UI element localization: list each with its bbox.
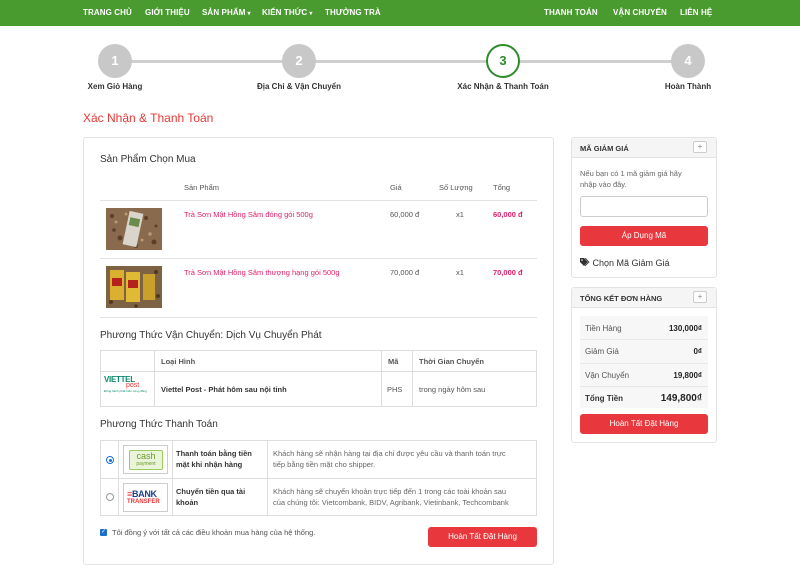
summary-subtotal-label: Tiền Hàng <box>585 324 622 333</box>
payment-cash-desc: Khách hàng sẽ nhận hàng tại địa chỉ được… <box>273 448 506 470</box>
agree-text: Tôi đồng ý với tất cả các điều khoản mua… <box>112 528 316 537</box>
coupon-input[interactable] <box>580 196 708 217</box>
shipping-section-title: Phương Thức Vận Chuyển: Dịch Vụ Chuyển P… <box>100 330 322 341</box>
summary-discount-label: Giảm Giá <box>585 347 619 356</box>
product-qty: x1 <box>456 268 464 277</box>
agree-checkbox[interactable]: ✓ <box>100 529 107 536</box>
ship-header-type: Loại Hình <box>161 357 196 366</box>
logo-tag: Đồng hành phát triển cộng đồng <box>104 389 147 393</box>
summary-toggle-button[interactable]: + <box>693 291 707 303</box>
step-3-circle: 3 <box>486 44 520 78</box>
payment-cash-name: Thanh toán bằng tiền mặt khi nhận hàng <box>176 448 252 470</box>
bank-logo-text: ≡BANK <box>127 489 157 499</box>
chevron-down-icon: ▾ <box>247 11 251 17</box>
page-title: Xác Nhận & Thanh Toán <box>83 111 214 125</box>
nav-contact[interactable]: LIÊN HỆ <box>680 0 712 26</box>
payment-bank-desc: Khách hàng sẽ chuyển khoản trực tiếp đến… <box>273 486 509 508</box>
logo-sub: post <box>126 382 140 389</box>
step-4-circle: 4 <box>671 44 705 78</box>
col-header-product: Sản Phẩm <box>184 183 220 192</box>
ship-header-code: Mã <box>388 357 399 366</box>
payment-cash-name-line2: mặt khi nhận hàng <box>176 460 243 469</box>
shipping-table: Loại Hình Mã Thời Gian Chuyển VIETTEL po… <box>100 350 537 407</box>
nav-shipping[interactable]: VẬN CHUYỂN <box>613 0 667 26</box>
nav-knowledge-label: KIẾN THỨC <box>262 8 308 17</box>
step-1-circle: 1 <box>98 44 132 78</box>
col-header-qty: Số Lượng <box>439 183 473 192</box>
payment-bank-name-line2: khoản <box>176 498 199 507</box>
divider <box>100 317 537 318</box>
ship-method-code: PHS <box>387 385 403 394</box>
product-name-link[interactable]: Trà Sơn Mật Hồng Sâm đóng gói 500g <box>184 210 313 219</box>
product-image[interactable] <box>106 208 162 250</box>
summary-total-value: 149,800₫ <box>660 393 702 404</box>
tags-icon <box>580 257 590 267</box>
nav-home[interactable]: TRANG CHỦ <box>83 0 132 26</box>
choose-coupon-label: Chọn Mã Giảm Giá <box>592 258 670 268</box>
payment-section-title: Phương Thức Thanh Toán <box>100 419 218 430</box>
col-header-price: Giá <box>390 183 402 192</box>
step-2-circle: 2 <box>282 44 316 78</box>
col-header-total: Tổng <box>493 183 511 192</box>
payment-table: cash payment Thanh toán bằng tiền mặt kh… <box>100 440 537 516</box>
nav-products-label: SẢN PHẨM <box>202 8 246 17</box>
divider <box>100 200 537 201</box>
cash-logo-text: cash <box>136 451 156 461</box>
product-qty: x1 <box>456 210 464 219</box>
product-total: 60,000 đ <box>493 210 523 219</box>
ship-method-time: trong ngày hôm sau <box>419 385 486 394</box>
coupon-title: MÃ GIẢM GIÁ <box>580 144 629 153</box>
stepper-line <box>115 60 688 63</box>
chevron-down-icon: ▾ <box>309 11 313 17</box>
apply-coupon-button[interactable]: Áp Dụng Mã <box>580 226 708 246</box>
step-3-label: Xác Nhận & Thanh Toán <box>457 82 549 91</box>
summary-complete-button[interactable]: Hoàn Tất Đặt Hàng <box>580 414 708 434</box>
payment-cash-name-line1: Thanh toán bằng tiền <box>176 449 252 458</box>
product-price: 70,000 đ <box>390 268 420 277</box>
products-section-title: Sản Phẩm Chọn Mua <box>100 154 196 165</box>
payment-bank-desc-line2: của chúng tôi: Vietcombank, BIDV, Agriba… <box>273 498 509 507</box>
summary-total-label: Tổng Tiền <box>585 394 624 403</box>
product-image[interactable] <box>106 266 162 308</box>
bank-transfer-logo: ≡BANK TRANSFER <box>123 483 168 512</box>
payment-cash-desc-line1: Khách hàng sẽ nhận hàng tại địa chỉ được… <box>273 449 506 458</box>
cash-payment-logo: cash payment <box>123 445 168 474</box>
nav-products[interactable]: SẢN PHẨM ▾ <box>202 0 251 26</box>
payment-bank-name-line1: Chuyển tiền qua tài <box>176 487 246 496</box>
coupon-desc: Nếu bạn có 1 mã giảm giá hãy nhập vào đâ… <box>580 168 682 190</box>
nav-tea[interactable]: THƯỞNG TRÀ <box>325 0 381 26</box>
choose-coupon-link[interactable]: Chọn Mã Giảm Giá <box>580 257 670 268</box>
payment-radio-cash[interactable] <box>106 456 114 464</box>
payment-cash-desc-line2: tiếp bằng tiền mặt cho shipper. <box>273 460 376 469</box>
ship-header-time: Thời Gian Chuyển <box>419 357 484 366</box>
product-price: 60,000 đ <box>390 210 420 219</box>
product-name-link[interactable]: Trà Sơn Mật Hồng Sâm thượng hạng gói 500… <box>184 268 340 277</box>
step-4-label: Hoàn Thành <box>664 82 712 91</box>
nav-about[interactable]: GIỚI THIỆU <box>145 0 190 26</box>
payment-bank-name: Chuyển tiền qua tài khoản <box>176 486 245 508</box>
nav-payment[interactable]: THANH TOÁN <box>544 0 598 26</box>
product-total: 70,000 đ <box>493 268 523 277</box>
top-navbar: TRANG CHỦ GIỚI THIỆU SẢN PHẨM ▾ KIẾN THỨC… <box>0 0 800 26</box>
coupon-desc-line1: Nếu bạn có 1 mã giảm giá hãy <box>580 169 682 178</box>
nav-knowledge[interactable]: KIẾN THỨC ▾ <box>262 0 312 26</box>
divider <box>100 258 537 259</box>
coupon-toggle-button[interactable]: + <box>693 141 707 153</box>
summary-title: TỔNG KẾT ĐƠN HÀNG <box>580 294 663 303</box>
coupon-desc-line2: nhập vào đây. <box>580 180 627 189</box>
ship-method-name: Viettel Post - Phát hôm sau nội tỉnh <box>161 385 287 394</box>
cash-logo-sub: payment <box>136 461 156 467</box>
step-1-label: Xem Giỏ Hàng <box>87 82 143 91</box>
bank-logo-sub: TRANSFER <box>127 499 160 505</box>
bank-logo-word: BANK <box>131 489 157 499</box>
complete-order-button[interactable]: Hoàn Tất Đặt Hàng <box>428 527 537 547</box>
payment-bank-desc-line1: Khách hàng sẽ chuyển khoản trực tiếp đến… <box>273 487 507 496</box>
summary-subtotal-value: 130,000₫ <box>668 324 702 333</box>
summary-discount-value: 0₫ <box>693 347 702 356</box>
viettel-post-logo: VIETTEL post Đồng hành phát triển cộng đ… <box>104 375 152 405</box>
payment-radio-bank[interactable] <box>106 493 114 501</box>
summary-shipping-value: 19,800₫ <box>673 371 702 380</box>
summary-shipping-label: Vận Chuyển <box>585 371 630 380</box>
step-2-label: Địa Chỉ & Vận Chuyển <box>256 82 342 91</box>
